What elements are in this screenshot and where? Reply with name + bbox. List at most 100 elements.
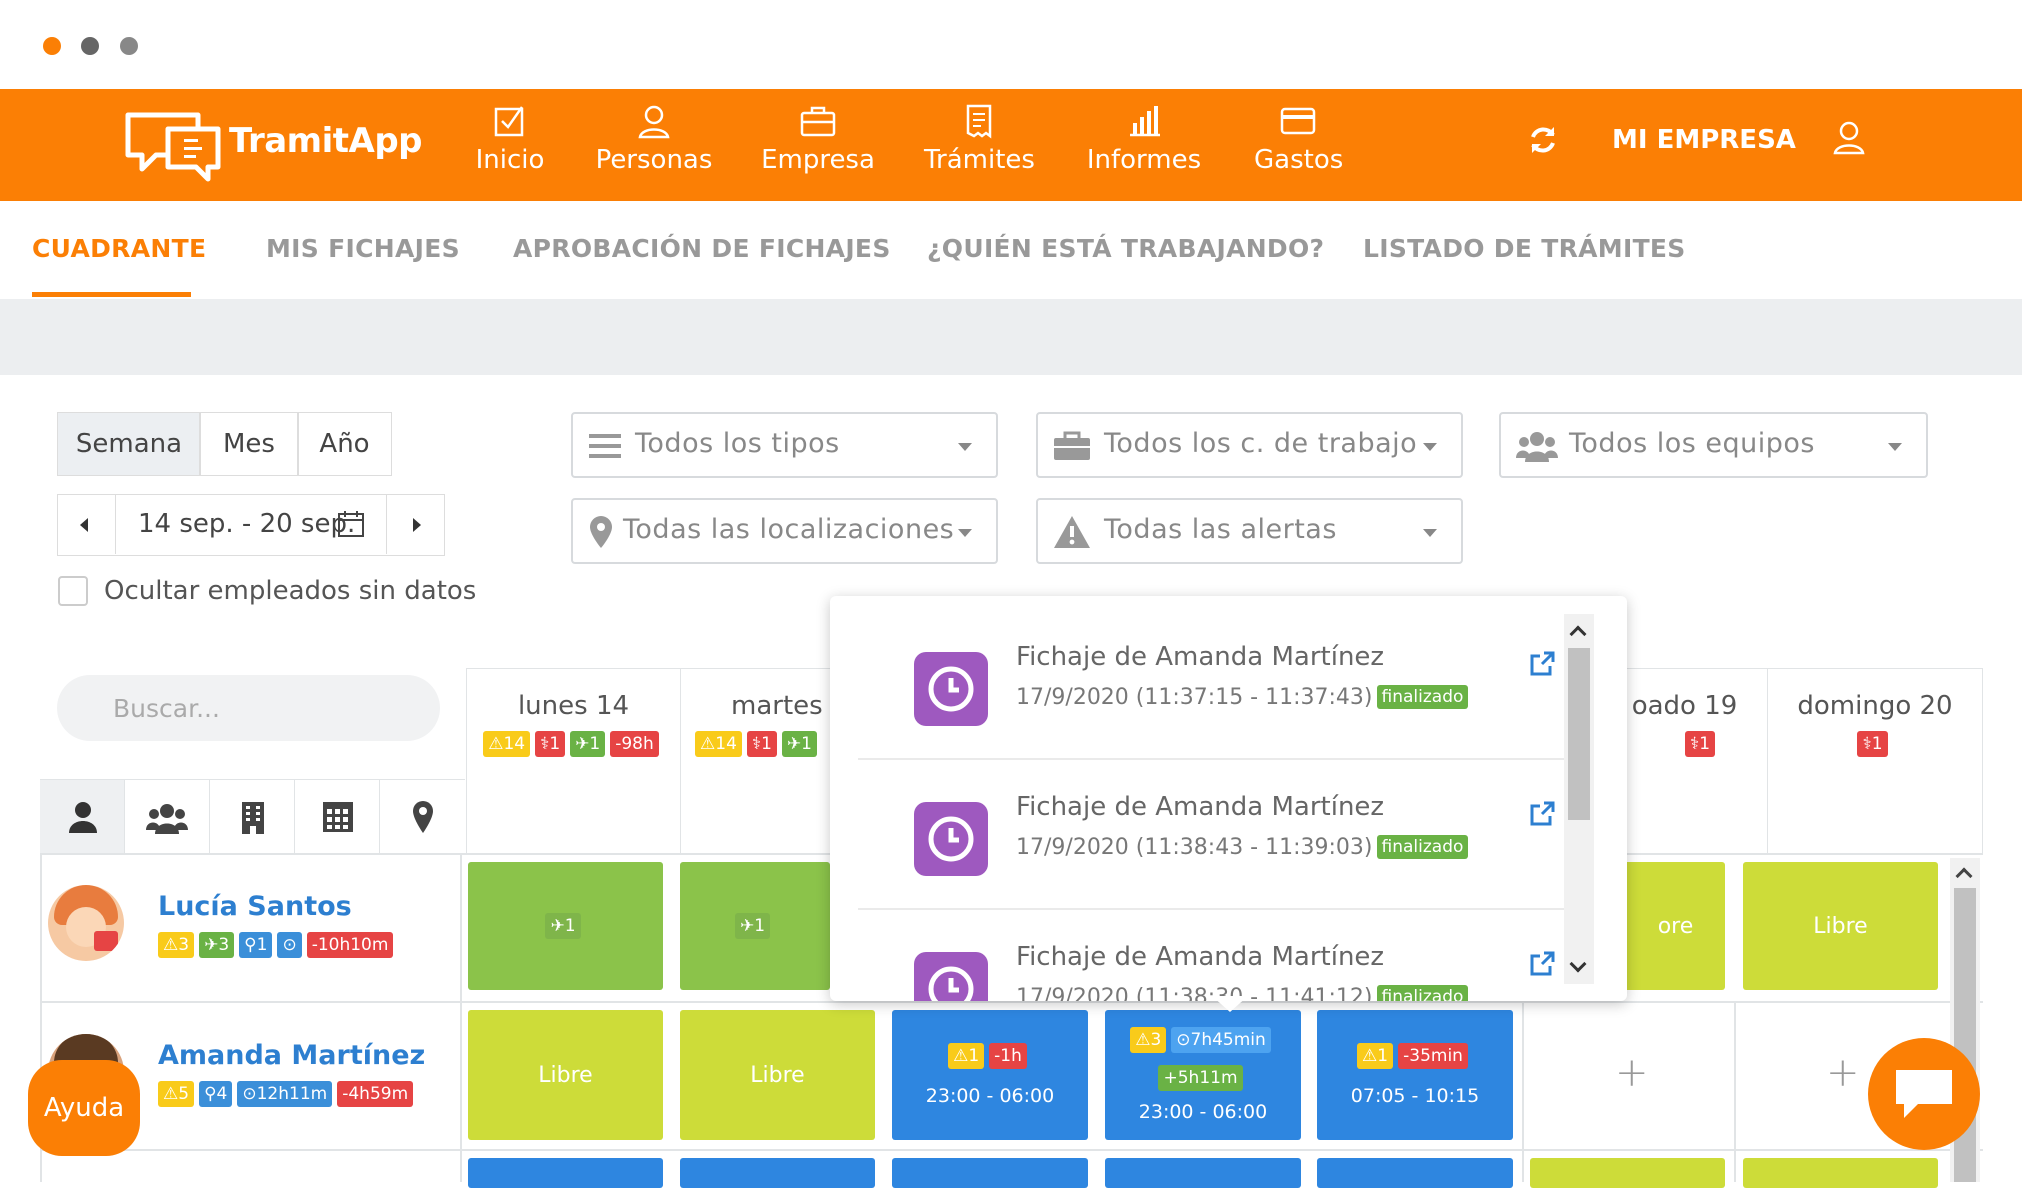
nav-gastos[interactable]: Gastos: [1254, 103, 1344, 189]
vacation-badge: ✈1: [570, 731, 606, 757]
filter-types[interactable]: Todos los tipos: [571, 412, 998, 478]
company-menu[interactable]: MI EMPRESA: [1612, 125, 1796, 155]
nav-inicio[interactable]: Inicio: [462, 103, 558, 189]
alert-badge: ⚠1: [1357, 1043, 1394, 1069]
fichaje-item[interactable]: Fichaje de Amanda Martínez 17/9/2020 (11…: [858, 610, 1584, 760]
shift-cell[interactable]: [680, 1158, 875, 1188]
window-dot-minimize[interactable]: [81, 37, 99, 55]
shift-cell[interactable]: [1743, 1158, 1938, 1188]
avatar[interactable]: [48, 885, 124, 961]
chat-button[interactable]: [1868, 1038, 1980, 1150]
chevron-up-icon[interactable]: [1569, 625, 1587, 643]
employee-badges: ⚠3 ✈3 ⚲1 ⊙ -10h10m: [158, 932, 398, 958]
group-by-team-tab[interactable]: [125, 780, 210, 854]
shift-cell[interactable]: ✈1: [468, 862, 663, 990]
tab-listado-tramites[interactable]: LISTADO DE TRÁMITES: [1363, 234, 1686, 263]
shift-cell[interactable]: [1530, 1158, 1725, 1188]
fichaje-date: 17/9/2020 (11:38:43 - 11:39:03) finalizad…: [1016, 835, 1469, 860]
medical-badge: ⚕1: [1684, 731, 1716, 757]
vacation-badge: ✈1: [781, 731, 817, 757]
nav-empresa[interactable]: Empresa: [760, 103, 876, 189]
hours-badge: -1h: [989, 1043, 1027, 1069]
employee-name[interactable]: Lucía Santos: [158, 891, 352, 922]
shift-cell[interactable]: ✈1: [680, 862, 830, 990]
window-dot-close[interactable]: [43, 37, 61, 55]
tab-cuadrante[interactable]: CUADRANTE: [32, 234, 206, 263]
shift-cell[interactable]: Libre: [468, 1010, 663, 1140]
shift-cell[interactable]: [892, 1158, 1088, 1188]
hide-empty-checkbox[interactable]: [58, 576, 88, 606]
employee-badges: ⚠5 ⚲4 ⊙12h11m -4h59m: [158, 1081, 418, 1107]
hours-badge: -98h: [610, 731, 659, 757]
window-dot-maximize[interactable]: [120, 37, 138, 55]
toolbar-strip: [0, 299, 2022, 375]
search-input[interactable]: Buscar...: [57, 675, 440, 741]
popup-scrollbar[interactable]: [1564, 614, 1594, 984]
shift-cell[interactable]: [1105, 1158, 1301, 1188]
external-link-icon[interactable]: [1528, 800, 1556, 828]
clock-icon: [914, 802, 988, 876]
tab-mis-fichajes[interactable]: MIS FICHAJES: [266, 234, 460, 263]
help-button[interactable]: Ayuda: [28, 1060, 140, 1156]
nav-tramites[interactable]: Trámites: [924, 103, 1035, 189]
group-icon: [146, 804, 188, 834]
fichaje-item[interactable]: Fichaje de Amanda Martínez 17/9/2020 (11…: [858, 910, 1584, 1001]
user-menu-button[interactable]: [1832, 119, 1866, 159]
fichaje-title: Fichaje de Amanda Martínez: [1016, 942, 1385, 972]
cell-label: Libre: [538, 1062, 593, 1088]
group-by-location-tab[interactable]: [380, 780, 465, 854]
filter-alerts[interactable]: Todas las alertas: [1036, 498, 1463, 564]
shift-cell[interactable]: [468, 1158, 663, 1188]
view-semana-button[interactable]: Semana: [57, 412, 201, 476]
chevron-up-icon[interactable]: [1955, 867, 1973, 885]
column-divider: [460, 853, 462, 1182]
scrollbar-thumb[interactable]: [1568, 648, 1590, 820]
shift-cell[interactable]: ⚠1 -35min 07:05 - 10:15: [1317, 1010, 1513, 1140]
shift-cell[interactable]: ⚠3 ⊙7h45min +5h11m 23:00 - 06:00: [1105, 1010, 1301, 1140]
calendar-icon[interactable]: [336, 509, 366, 539]
date-range-label[interactable]: 14 sep. - 20 sep.: [138, 509, 355, 539]
add-shift-button[interactable]: +: [1826, 1050, 1860, 1096]
external-link-icon[interactable]: [1528, 650, 1556, 678]
day-header-martes[interactable]: martes 1 ⚠14 ⚕1 ✈1: [680, 668, 848, 854]
nav-informes[interactable]: Informes: [1086, 103, 1202, 189]
fichajes-popup: Fichaje de Amanda Martínez 17/9/2020 (11…: [830, 596, 1627, 1001]
brand-logo[interactable]: TramitApp: [124, 103, 423, 183]
prev-week-button[interactable]: [58, 495, 116, 554]
cell-label: Libre: [750, 1062, 805, 1088]
external-link-icon[interactable]: [1528, 950, 1556, 978]
view-mes-button[interactable]: Mes: [199, 412, 299, 476]
person-icon: [638, 105, 670, 139]
tab-quien-esta-trabajando[interactable]: ¿QUIÉN ESTÁ TRABAJANDO?: [927, 234, 1324, 263]
group-by-person-tab[interactable]: [40, 780, 125, 854]
shift-cell[interactable]: [1317, 1158, 1513, 1188]
refresh-button[interactable]: [1526, 123, 1560, 161]
nav-label: Gastos: [1254, 145, 1344, 175]
caret-left-icon: [80, 518, 88, 532]
view-ano-button[interactable]: Año: [297, 412, 392, 476]
filter-teams[interactable]: Todos los equipos: [1499, 412, 1928, 478]
filter-alerts-value: Todas las alertas: [1104, 514, 1337, 545]
fichaje-item[interactable]: Fichaje de Amanda Martínez 17/9/2020 (11…: [858, 760, 1584, 910]
group-by-building-tab[interactable]: [210, 780, 295, 854]
shift-cell[interactable]: ⚠1 -1h 23:00 - 06:00: [892, 1010, 1088, 1140]
day-header-lunes[interactable]: lunes 14 ⚠14 ⚕1 ✈1 -98h: [466, 668, 681, 854]
shift-time: 23:00 - 06:00: [925, 1085, 1055, 1107]
tab-aprobacion-fichajes[interactable]: APROBACIÓN DE FICHAJES: [513, 234, 891, 263]
extra-hours-badge: +5h11m: [1158, 1065, 1243, 1091]
shift-cell[interactable]: Libre: [1743, 862, 1938, 990]
filter-workplaces[interactable]: Todos los c. de trabajo: [1036, 412, 1463, 478]
next-week-button[interactable]: [386, 495, 444, 554]
medical-badge: ⚕1: [746, 731, 777, 757]
nav-personas[interactable]: Personas: [592, 103, 716, 189]
day-header-domingo[interactable]: domingo 20 ⚕1: [1767, 668, 1983, 854]
cell-label: Libre: [1813, 913, 1868, 939]
shift-cell[interactable]: Libre: [680, 1010, 875, 1140]
chevron-down-icon[interactable]: [1569, 955, 1587, 973]
brand-name: TramitApp: [229, 121, 423, 161]
employee-name[interactable]: Amanda Martínez: [158, 1040, 425, 1071]
day-header-sabado[interactable]: oado 19 ⚕1: [1610, 668, 1768, 854]
group-by-calendar-tab[interactable]: [295, 780, 380, 854]
filter-locations[interactable]: Todas las localizaciones: [571, 498, 998, 564]
add-shift-button[interactable]: +: [1615, 1050, 1649, 1096]
